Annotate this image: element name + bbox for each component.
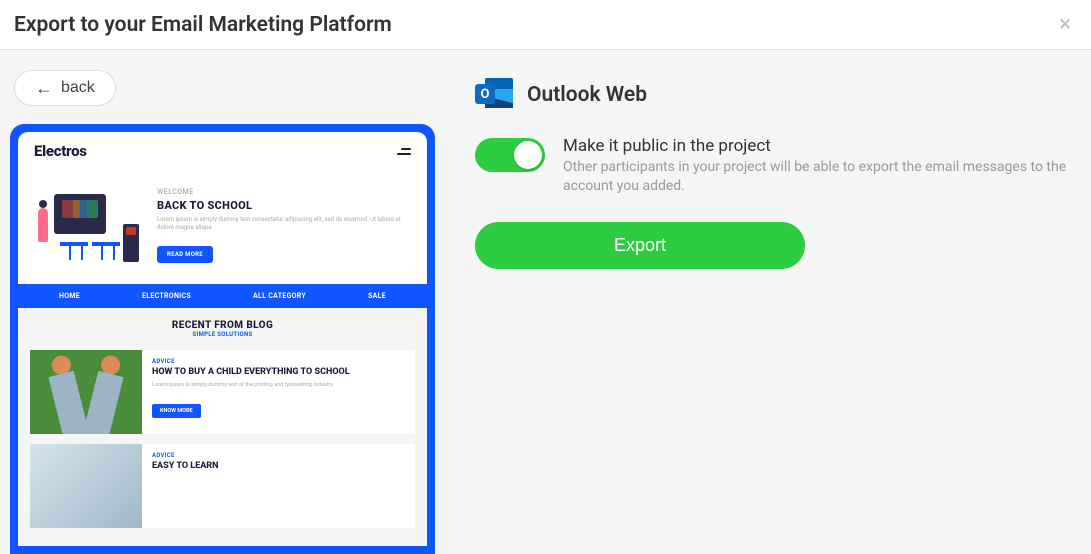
hero-section: WELCOME BACK TO SCHOOL Lorem ipsum is si…: [18, 166, 427, 284]
email-header: Electros: [18, 132, 427, 166]
hero-eyebrow: WELCOME: [157, 188, 411, 196]
email-body: Electros WELCOME BACK TO SCHOOL Lorem: [18, 132, 427, 546]
right-column: O Outlook Web Make it public in the proj…: [475, 70, 1077, 554]
blog-title: HOW TO BUY A CHILD EVERYTHING TO SCHOOL: [152, 367, 350, 378]
blog-section: RECENT FROM BLOG SIMPLE SOLUTIONS ADVICE…: [18, 308, 427, 546]
close-icon[interactable]: ×: [1053, 12, 1077, 37]
read-more-button: READ MORE: [157, 246, 213, 263]
blog-item: ADVICE EASY TO LEARN: [30, 444, 415, 528]
arrow-left-icon: ←: [35, 79, 53, 97]
blog-title: EASY TO LEARN: [152, 461, 218, 472]
public-toggle-row: Make it public in the project Other part…: [475, 136, 1077, 196]
menu-icon: [397, 148, 411, 155]
nav-item: ELECTRONICS: [142, 292, 191, 300]
hero-illustration: [32, 180, 147, 270]
back-button[interactable]: ← back: [14, 70, 116, 106]
blog-sub: SIMPLE SOLUTIONS: [30, 331, 415, 338]
blog-item: ADVICE HOW TO BUY A CHILD EVERYTHING TO …: [30, 350, 415, 434]
hero-lorem: Lorem ipsum is simply dummy text consect…: [157, 216, 411, 233]
dialog-header: Export to your Email Marketing Platform …: [0, 0, 1091, 50]
platform-name: Outlook Web: [527, 83, 647, 107]
blog-image: [30, 350, 142, 434]
nav-item: HOME: [59, 292, 80, 300]
email-preview: Electros WELCOME BACK TO SCHOOL Lorem: [10, 124, 435, 554]
toggle-knob: [514, 141, 542, 169]
brand-logo: Electros: [34, 142, 87, 160]
export-button[interactable]: Export: [475, 222, 805, 269]
platform-row: O Outlook Web: [475, 76, 1077, 114]
blog-lorem: Lorem ipsum is simply dummy text of the …: [152, 382, 350, 390]
email-nav: HOME ELECTRONICS ALL CATEGORY SALE: [18, 284, 427, 308]
public-toggle[interactable]: [475, 138, 545, 172]
left-column: ← back Electros WE: [8, 70, 443, 554]
hero-title: BACK TO SCHOOL: [157, 199, 411, 212]
toggle-description: Other participants in your project will …: [563, 158, 1077, 196]
blog-category: ADVICE: [152, 452, 218, 459]
know-more-button: KNOW MORE: [152, 404, 201, 418]
toggle-title: Make it public in the project: [563, 136, 1077, 156]
outlook-icon: O: [475, 76, 513, 114]
hero-text: WELCOME BACK TO SCHOOL Lorem ipsum is si…: [157, 180, 411, 270]
nav-item: SALE: [368, 292, 386, 300]
nav-item: ALL CATEGORY: [253, 292, 306, 300]
dialog-content: ← back Electros WE: [0, 50, 1091, 554]
blog-category: ADVICE: [152, 358, 350, 365]
blog-image: [30, 444, 142, 528]
blog-heading: RECENT FROM BLOG: [30, 320, 415, 331]
back-label: back: [61, 79, 95, 97]
dialog-title: Export to your Email Marketing Platform: [14, 13, 392, 37]
